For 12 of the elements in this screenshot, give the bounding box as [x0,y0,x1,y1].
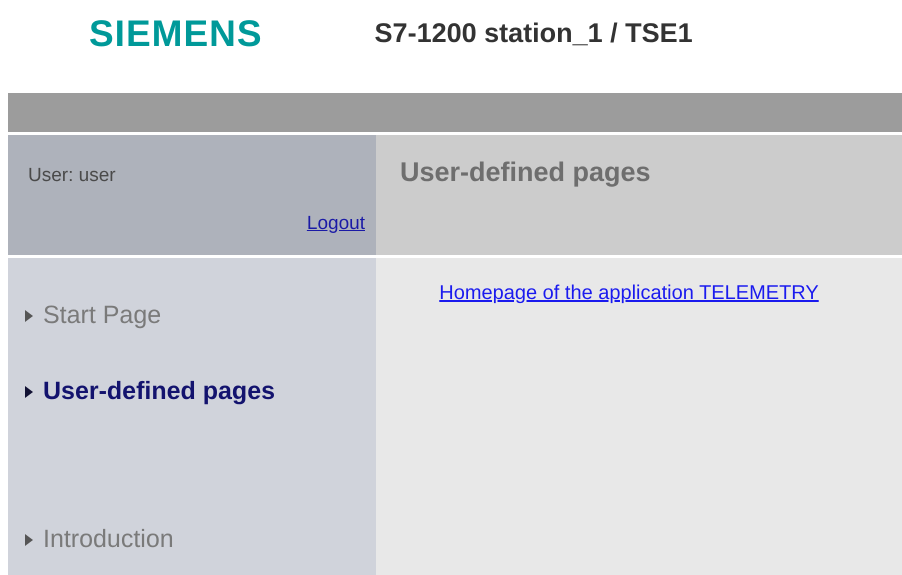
telemetry-link[interactable]: Homepage of the application TELEMETRY [439,278,819,308]
triangle-icon [25,386,33,398]
page-heading: User-defined pages [400,156,651,189]
triangle-icon [25,310,33,322]
siemens-logo: SIEMENS [89,14,263,52]
triangle-icon [25,534,33,546]
logout-link[interactable]: Logout [306,210,365,238]
station-title: S7-1200 station_1 / TSE1 [374,20,693,46]
nav-item[interactable]: User-defined pages [25,374,276,410]
nav-item[interactable]: Start Page [25,298,162,334]
user-label: User: user [28,164,116,188]
nav-item[interactable]: Introduction [25,522,174,558]
